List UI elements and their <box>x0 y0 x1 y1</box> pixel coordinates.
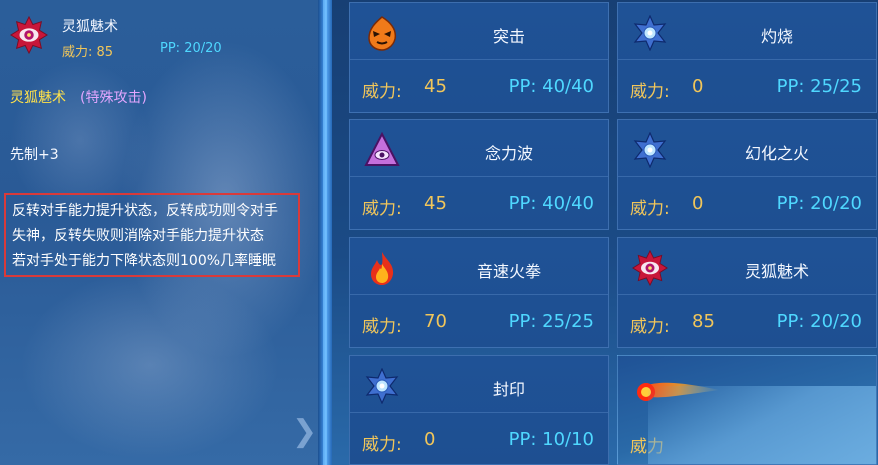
skill-card[interactable]: 威力 <box>617 355 877 465</box>
pp-value: PP: 25/25 <box>508 311 594 332</box>
power-value: 85 <box>692 311 715 332</box>
fire-mask-icon <box>368 16 397 51</box>
power-label: 威力: <box>362 82 402 102</box>
selected-skill-pp: PP: 20/20 <box>160 41 222 56</box>
selected-skill-name: 灵狐魅术 <box>62 19 118 35</box>
power-value: 0 <box>692 76 704 97</box>
card-overlay <box>648 386 876 464</box>
fox-charm-icon <box>10 16 48 54</box>
pp-value: PP: 25/25 <box>776 76 862 97</box>
skill-card[interactable]: 灼烧 威力: 0 PP: 25/25 <box>617 2 877 113</box>
selected-skill-power: 威力: 85 <box>62 45 114 60</box>
skill-name: 突击 <box>492 27 525 46</box>
power-label: 威力: <box>630 82 670 102</box>
power-label: 威力: <box>362 317 402 337</box>
pp-value: PP: 10/10 <box>508 429 594 450</box>
skill-card[interactable]: 灵狐魅术 威力: 85 PP: 20/20 <box>617 237 877 348</box>
pp-value: PP: 20/20 <box>776 311 862 332</box>
pp-value: PP: 40/40 <box>508 76 594 97</box>
skill-card[interactable]: 念力波 威力: 45 PP: 40/40 <box>349 119 609 230</box>
effect-line: 若对手处于能力下降状态则100%几率睡眠 <box>12 253 277 269</box>
star-emblem-icon <box>633 132 667 168</box>
description-priority: 先制+3 <box>10 147 59 163</box>
skill-name: 灼烧 <box>760 27 793 46</box>
chevron-right-icon[interactable]: ❯ <box>292 414 317 449</box>
skill-grid: 突击 威力: 45 PP: 40/40 灼烧 威力: 0 PP: 25/25 念… <box>332 0 878 465</box>
power-value: 0 <box>692 193 704 214</box>
effect-line: 反转对手能力提升状态，反转成功则令对手 <box>12 203 278 219</box>
pp-value: PP: 20/20 <box>776 193 862 214</box>
power-label: 威力: <box>630 199 670 219</box>
psychic-triangle-icon <box>364 132 400 166</box>
panel-divider <box>318 0 332 465</box>
power-label: 威力: <box>362 199 402 219</box>
pp-value: PP: 40/40 <box>508 193 594 214</box>
skill-name: 封印 <box>492 380 525 399</box>
skill-name: 音速火拳 <box>476 262 541 281</box>
power-value: 70 <box>424 311 447 332</box>
power-label: 威力: <box>630 317 670 337</box>
skill-name: 念力波 <box>484 144 533 163</box>
star-emblem-icon <box>365 368 399 404</box>
power-value: 45 <box>424 193 447 214</box>
skill-card[interactable]: 音速火拳 威力: 70 PP: 25/25 <box>349 237 609 348</box>
skill-card[interactable]: 突击 威力: 45 PP: 40/40 <box>349 2 609 113</box>
skill-name: 灵狐魅术 <box>744 262 809 281</box>
description-skill-name: 灵狐魅术 <box>10 90 66 106</box>
description-skill-category: (特殊攻击) <box>80 90 147 106</box>
skill-card[interactable]: 幻化之火 威力: 0 PP: 20/20 <box>617 119 877 230</box>
skill-effect-box: 反转对手能力提升状态，反转成功则令对手 失神，反转失败则消除对手能力提升状态 若… <box>4 193 300 277</box>
power-value: 0 <box>424 429 436 450</box>
pet-tail-silhouette <box>20 270 280 460</box>
star-emblem-icon <box>633 15 667 51</box>
skill-name: 幻化之火 <box>744 144 809 163</box>
power-value: 45 <box>424 76 447 97</box>
power-label: 威力: <box>362 435 402 455</box>
fox-charm-icon <box>632 250 668 286</box>
flame-icon <box>371 252 394 285</box>
skill-card[interactable]: 封印 威力: 0 PP: 10/10 <box>349 355 609 465</box>
effect-line: 失神，反转失败则消除对手能力提升状态 <box>12 228 264 244</box>
skill-detail-panel: 灵狐魅术 威力: 85 PP: 20/20 灵狐魅术 (特殊攻击) 先制+3 反… <box>0 0 318 465</box>
